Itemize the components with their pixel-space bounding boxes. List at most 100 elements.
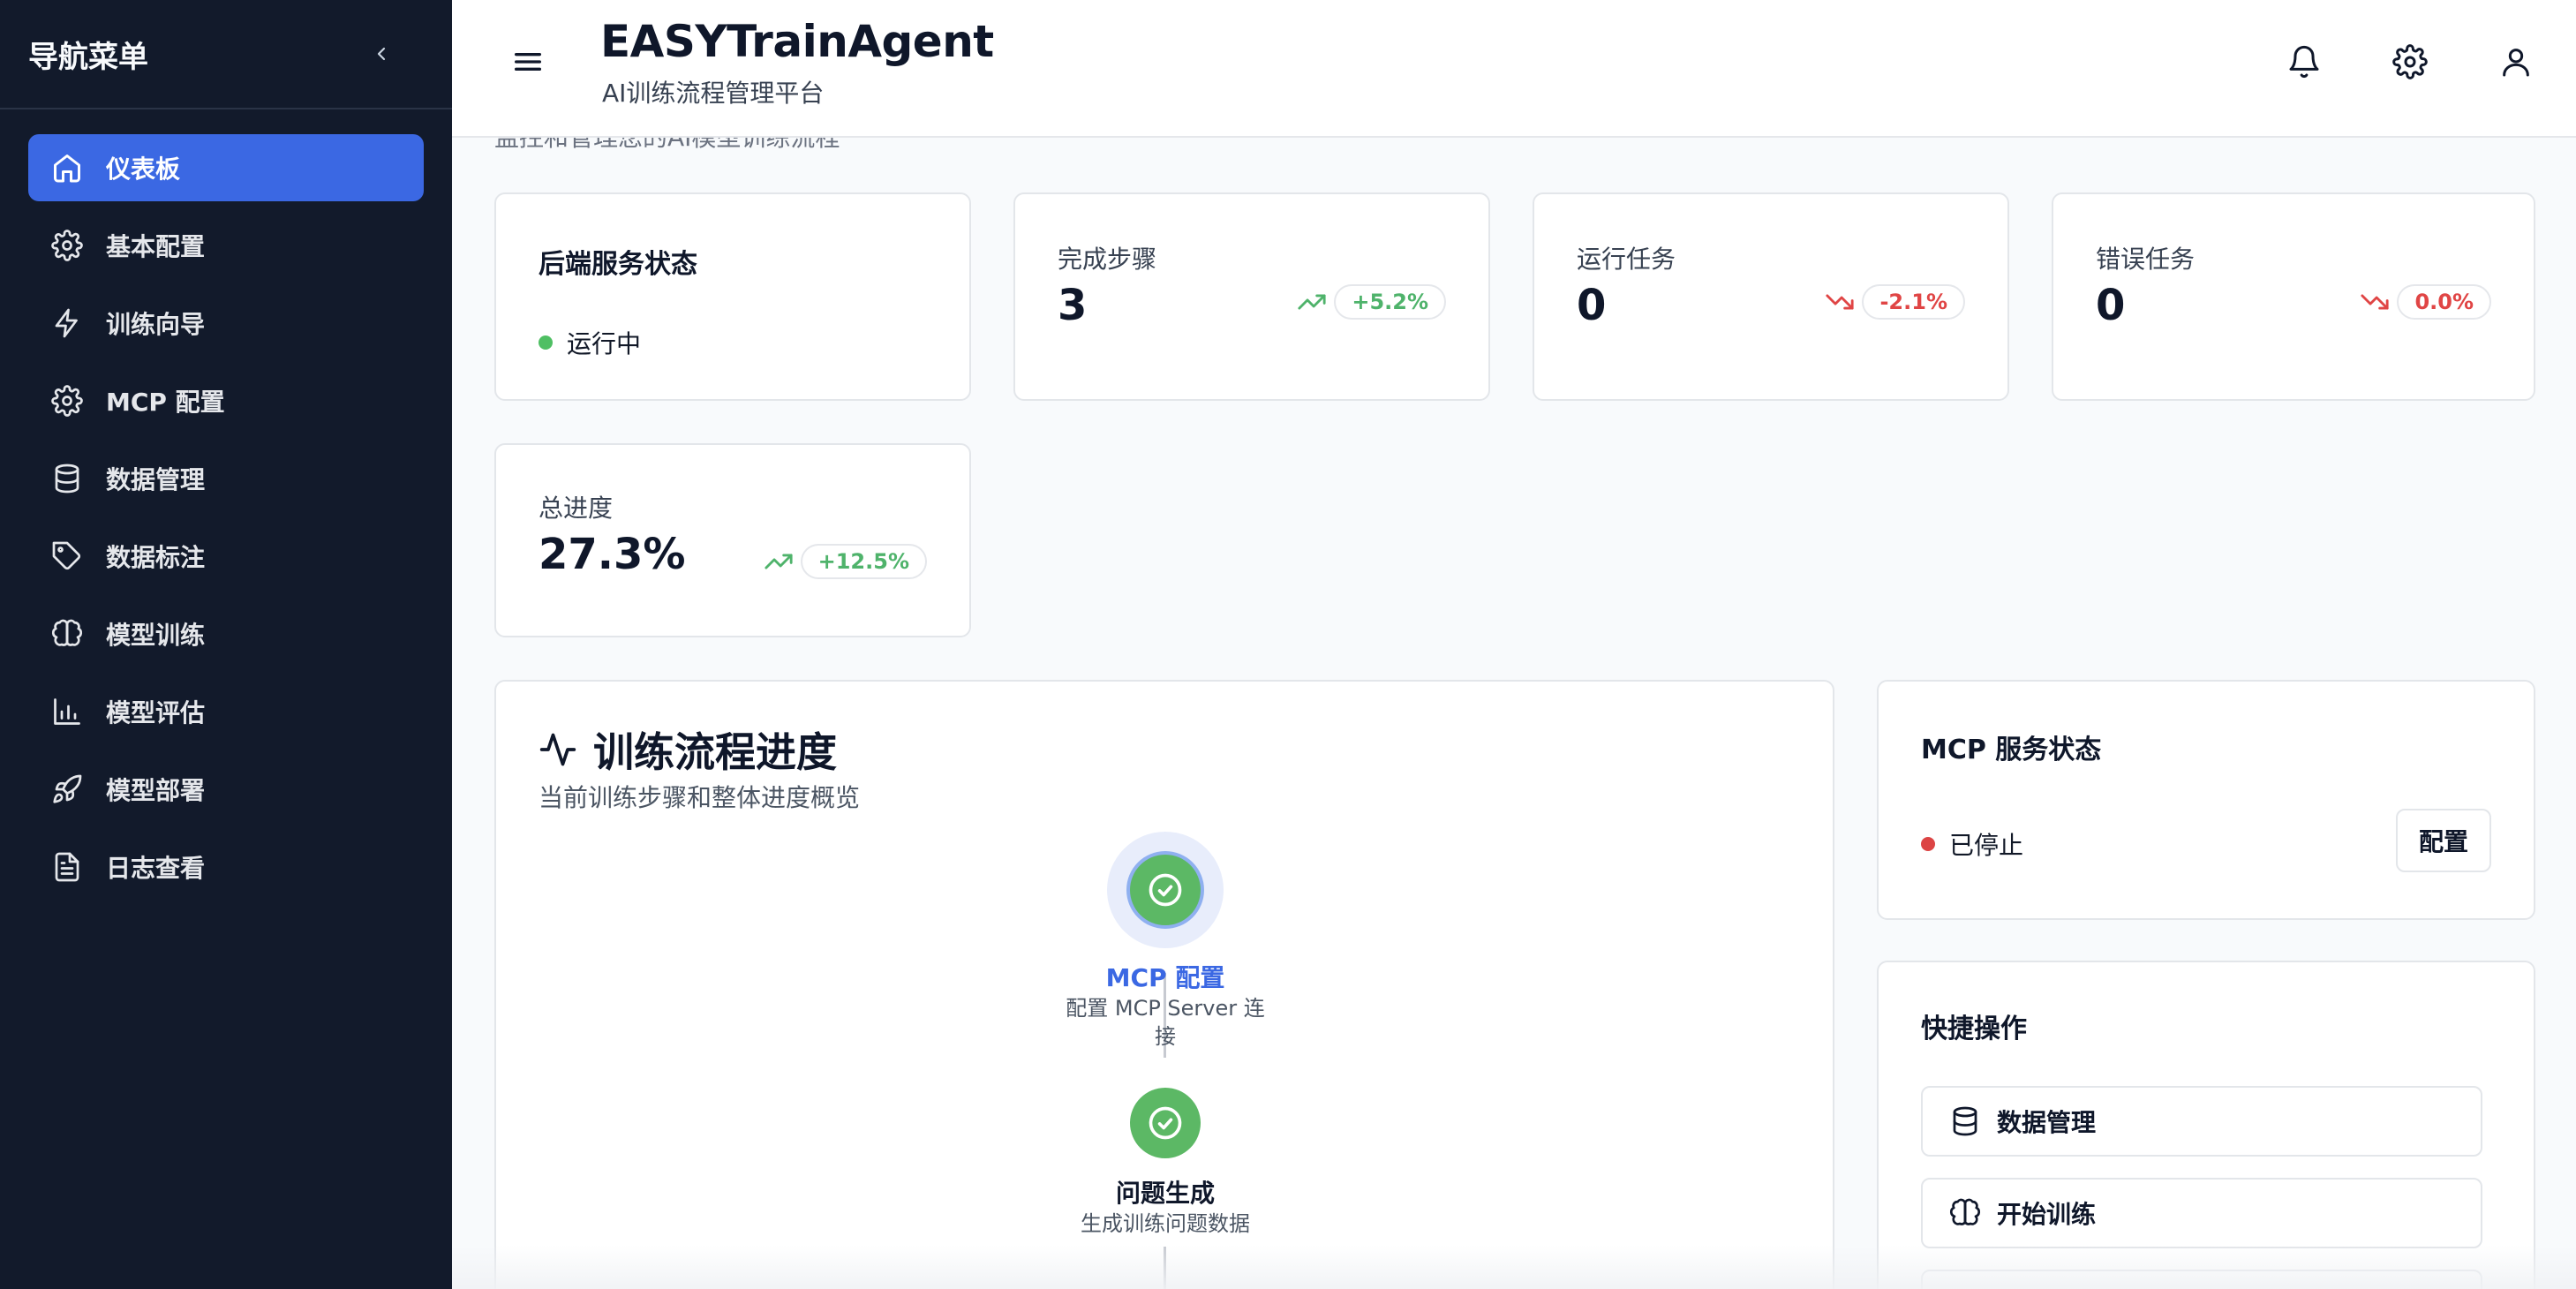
stat-trend: -2.1%: [1825, 284, 1965, 320]
sidebar-item-training-wizard[interactable]: 训练向导: [28, 290, 424, 357]
trending-up-icon: [1298, 294, 1326, 310]
stat-title: 总进度: [539, 494, 614, 523]
step-halo: [1107, 832, 1224, 948]
stat-title: 运行任务: [1577, 245, 1676, 274]
quick-action-start-training[interactable]: 开始训练: [1921, 1178, 2482, 1248]
trend-badge: +5.2%: [1334, 284, 1446, 320]
step-mcp-config[interactable]: MCP 配置 配置 MCP Server 连 接: [1033, 832, 1298, 1051]
sidebar-item-label: MCP 配置: [106, 388, 225, 417]
quick-action-more[interactable]: [1921, 1270, 2482, 1289]
sidebar-item-label: 模型部署: [106, 776, 206, 805]
lightning-icon: [49, 305, 85, 341]
sidebar-item-label: 模型评估: [106, 698, 206, 727]
backend-status-title: 后端服务状态: [539, 249, 697, 280]
sidebar-item-label: 日志查看: [106, 854, 206, 883]
training-flow-subtitle: 当前训练步骤和整体进度概览: [539, 783, 861, 812]
step-name: 问题生成: [1115, 1179, 1215, 1208]
check-circle-icon: [1149, 1106, 1182, 1140]
stat-value: 0: [2096, 281, 2126, 330]
mcp-status: 已停止: [1921, 826, 2023, 862]
quick-actions-title: 快捷操作: [1921, 1014, 2027, 1044]
app-title: EASYTrainAgent: [600, 16, 994, 67]
training-flow-title-text: 训练流程进度: [593, 728, 837, 776]
sidebar-item-label: 基本配置: [106, 232, 206, 261]
page-description: 监控和管理您的AI模型训练流程: [494, 138, 840, 154]
settings-button[interactable]: [2391, 42, 2429, 81]
user-menu-button[interactable]: [2497, 42, 2535, 81]
brain-icon: [49, 616, 85, 652]
collapse-sidebar-button[interactable]: [364, 36, 399, 72]
mcp-status-title: MCP 服务状态: [1921, 735, 2102, 765]
chevron-left-icon: [377, 47, 386, 61]
stat-card-total-progress: 总进度 27.3% +12.5%: [494, 443, 971, 637]
quick-actions-card: 快捷操作 数据管理 开始训练: [1877, 961, 2535, 1289]
trending-down-icon: [1826, 294, 1855, 310]
step-description: 配置 MCP Server 连: [1066, 996, 1265, 1021]
tag-icon: [49, 539, 85, 574]
sidebar-item-logs[interactable]: 日志查看: [28, 833, 424, 901]
rocket-icon: [49, 772, 85, 807]
quick-action-data-management[interactable]: 数据管理: [1921, 1086, 2482, 1157]
file-text-icon: [49, 849, 85, 885]
sidebar-title: 导航菜单: [28, 39, 148, 75]
mcp-config-button[interactable]: 配置: [2395, 809, 2491, 872]
sidebar-nav: 仪表板 基本配置 训练向导 MCP 配置 数据管理 数据标注 模型训练 模型评估…: [0, 109, 452, 936]
sidebar-item-label: 训练向导: [106, 310, 206, 339]
main-content: 监控和管理您的AI模型训练流程 后端服务状态 运行中 完成步骤 3 +5.2% …: [452, 138, 2576, 1289]
notifications-button[interactable]: [2285, 42, 2324, 81]
trending-up-icon: [765, 554, 793, 569]
backend-status-card: 后端服务状态 运行中: [494, 192, 971, 401]
step-question-generation[interactable]: 问题生成 生成训练问题数据: [1033, 1088, 1298, 1238]
stat-trend: +12.5%: [764, 544, 927, 579]
training-flow-title: 训练流程进度: [539, 720, 837, 779]
step-circle: [1130, 855, 1201, 925]
backend-status: 运行中: [539, 325, 641, 360]
trend-badge: 0.0%: [2397, 284, 2491, 320]
status-dot: [539, 335, 553, 350]
stat-value: 3: [1058, 281, 1088, 330]
mcp-status-text: 已停止: [1949, 831, 2024, 860]
sidebar-item-dashboard[interactable]: 仪表板: [28, 134, 424, 201]
stat-trend: +5.2%: [1297, 284, 1446, 320]
trend-badge: -2.1%: [1862, 284, 1965, 320]
sidebar-header: 导航菜单: [0, 0, 452, 109]
gear-icon: [49, 228, 85, 263]
sidebar-item-label: 数据管理: [106, 465, 206, 494]
quick-action-label: 数据管理: [1997, 1108, 2097, 1137]
step-description: 生成训练问题数据: [1081, 1211, 1250, 1236]
sidebar-item-model-evaluation[interactable]: 模型评估: [28, 678, 424, 745]
top-bar: EASYTrainAgent AI训练流程管理平台: [452, 0, 2576, 138]
activity-icon: [539, 733, 576, 766]
sidebar: 导航菜单 仪表板 基本配置 训练向导 MCP 配置 数据管理 数据标注 模型训练…: [0, 0, 452, 1289]
trending-down-icon: [2361, 294, 2390, 310]
check-circle-icon: [1149, 873, 1182, 907]
step-name: MCP 配置: [1105, 963, 1225, 992]
stat-card-running-tasks: 运行任务 0 -2.1%: [1533, 192, 2009, 401]
menu-toggle-button[interactable]: [510, 44, 546, 79]
sidebar-item-basic-config[interactable]: 基本配置: [28, 212, 424, 279]
stat-value: 27.3%: [539, 530, 686, 579]
sidebar-item-mcp-config[interactable]: MCP 配置: [28, 367, 424, 434]
home-icon: [49, 150, 85, 185]
sidebar-item-label: 模型训练: [106, 621, 206, 650]
bar-chart-icon: [49, 694, 85, 729]
menu-icon: [515, 53, 541, 72]
sidebar-item-model-deployment[interactable]: 模型部署: [28, 756, 424, 823]
stat-trend: 0.0%: [2360, 284, 2491, 320]
step-connector: [1164, 1247, 1166, 1289]
sidebar-item-data-management[interactable]: 数据管理: [28, 445, 424, 512]
training-flow-card: 训练流程进度 当前训练步骤和整体进度概览 MCP 配置 配置 MCP Serve…: [494, 680, 1834, 1289]
stat-value: 0: [1577, 281, 1607, 330]
status-dot: [1921, 837, 1935, 851]
mcp-status-card: MCP 服务状态 已停止 配置: [1877, 680, 2535, 920]
database-icon: [1953, 1106, 1977, 1136]
stat-card-completed-steps: 完成步骤 3 +5.2%: [1013, 192, 1490, 401]
stat-card-error-tasks: 错误任务 0 0.0%: [2052, 192, 2535, 401]
sidebar-item-label: 数据标注: [106, 543, 206, 572]
sidebar-item-model-training[interactable]: 模型训练: [28, 600, 424, 667]
sidebar-item-label: 仪表板: [106, 155, 181, 184]
brain-icon: [1949, 1198, 1981, 1225]
sidebar-item-data-annotation[interactable]: 数据标注: [28, 523, 424, 590]
trend-badge: +12.5%: [800, 544, 927, 579]
step-circle: [1130, 1088, 1201, 1158]
